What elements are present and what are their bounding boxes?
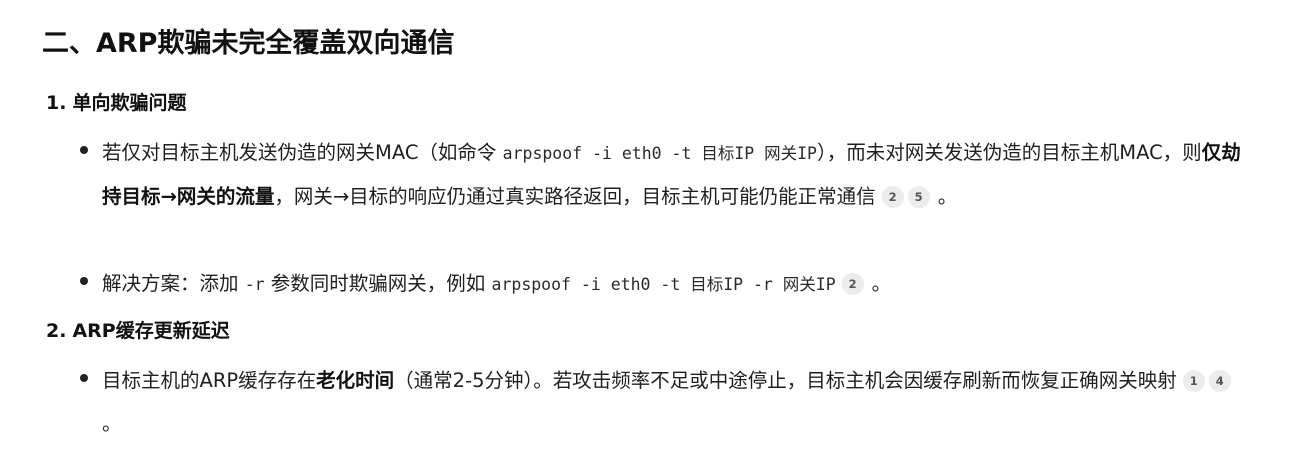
- citation-badge[interactable]: 5: [907, 186, 930, 208]
- text-segment: 。: [871, 272, 892, 295]
- text-segment: 目标主机的ARP缓存存在: [102, 369, 317, 392]
- citation-refs: 2: [840, 272, 866, 295]
- subsection-title: 单向欺骗问题: [72, 92, 187, 114]
- list-item: 目标主机的ARP缓存存在老化时间（通常2-5分钟）。若攻击频率不足或中途停止，目…: [80, 359, 1250, 445]
- citation-badge[interactable]: 1: [1182, 370, 1205, 392]
- subsection-number: 2.: [46, 320, 67, 342]
- subsection-heading-1: 1. 单向欺骗问题: [46, 88, 186, 118]
- citation-refs: 25: [880, 185, 932, 208]
- list-item-text: 目标主机的ARP缓存存在老化时间（通常2-5分钟）。若攻击频率不足或中途停止，目…: [102, 359, 1250, 445]
- bullet-dot: [80, 277, 88, 285]
- list-item-text: 若仅对目标主机发送伪造的网关MAC（如命令 arpspoof -i eth0 -…: [102, 131, 1250, 218]
- text-segment: 若仅对目标主机发送伪造的网关MAC（如命令: [102, 141, 497, 164]
- text-segment: 参数同时欺骗网关，例如: [270, 272, 486, 295]
- text-segment: 。: [937, 185, 958, 208]
- inline-code: arpspoof -i eth0 -t 目标IP -r 网关IP: [491, 275, 836, 294]
- text-segment: 。: [102, 412, 122, 435]
- subsection-heading-2: 2. ARP缓存更新延迟: [46, 316, 230, 346]
- citation-badge[interactable]: 2: [841, 273, 864, 295]
- list-item: 解决方案：添加 -r 参数同时欺骗网关，例如 arpspoof -i eth0 …: [80, 262, 1250, 306]
- inline-code: -r: [244, 275, 265, 294]
- text-segment: ，网关→目标的响应仍通过真实路径返回，目标主机可能仍能正常通信: [274, 185, 876, 208]
- bullet-dot: [80, 374, 88, 382]
- text-segment: （通常2-5分钟）。若攻击频率不足或中途停止，目标主机会因缓存刷新而恢复正确网关…: [394, 369, 1177, 392]
- citation-badge[interactable]: 4: [1208, 370, 1231, 392]
- section-heading: 二、ARP欺骗未完全覆盖双向通信: [42, 28, 455, 59]
- subsection-number: 1.: [46, 92, 67, 114]
- text-segment: 解决方案：添加: [102, 272, 239, 295]
- document-body: 二、ARP欺骗未完全覆盖双向通信 1. 单向欺骗问题 若仅对目标主机发送伪造的网关…: [0, 0, 1296, 472]
- list-item: 若仅对目标主机发送伪造的网关MAC（如命令 arpspoof -i eth0 -…: [80, 131, 1250, 218]
- inline-code: arpspoof -i eth0 -t 目标IP 网关IP: [502, 144, 817, 163]
- text-segment: ），而未对网关发送伪造的目标主机MAC，则: [817, 141, 1202, 164]
- citation-badge[interactable]: 2: [881, 186, 904, 208]
- list-item-text: 解决方案：添加 -r 参数同时欺骗网关，例如 arpspoof -i eth0 …: [102, 262, 1250, 306]
- bullet-dot: [80, 146, 88, 154]
- subsection-title: ARP缓存更新延迟: [72, 320, 230, 342]
- bold-text: 老化时间: [316, 369, 395, 392]
- citation-refs: 14: [1181, 369, 1233, 392]
